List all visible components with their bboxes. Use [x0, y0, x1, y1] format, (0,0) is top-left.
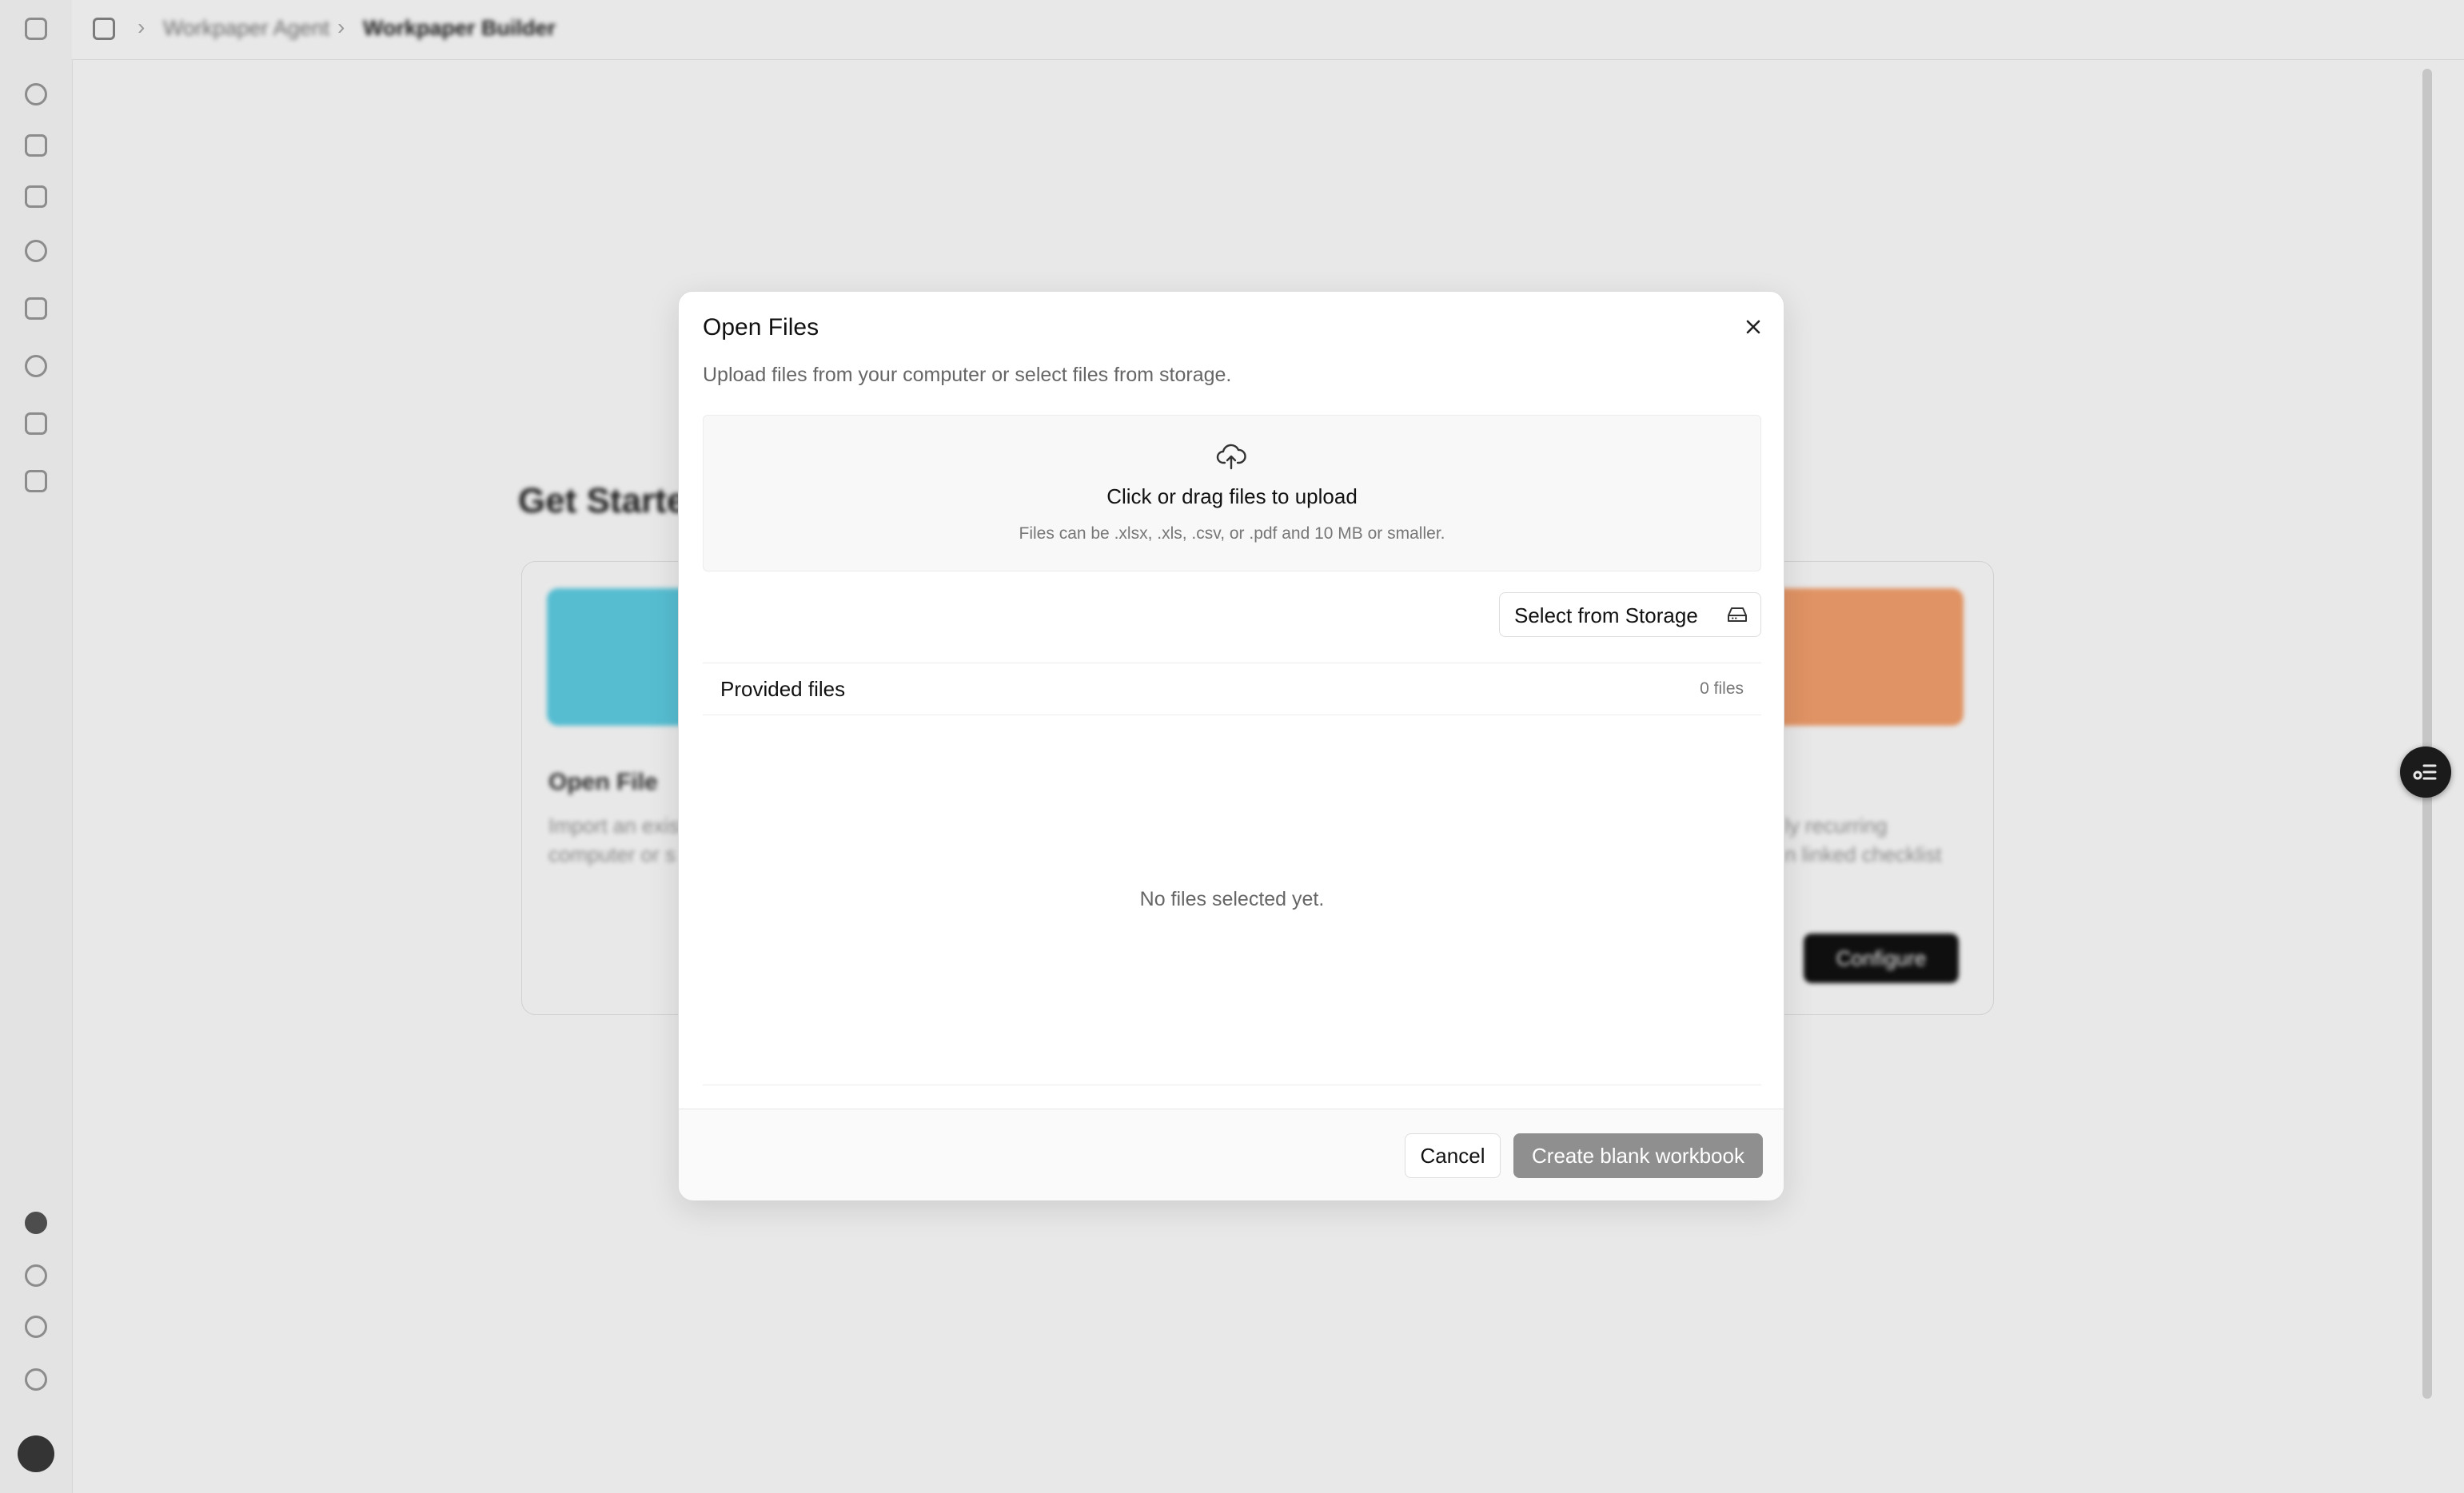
provided-files-label: Provided files [720, 677, 846, 701]
dialog-footer: Cancel Create blank workbook [679, 1109, 1784, 1200]
hard-drive-icon [1728, 607, 1747, 622]
dropzone-title: Click or drag files to upload [1106, 484, 1358, 508]
dialog-description: Upload files from your computer or selec… [703, 364, 1232, 386]
select-from-storage-label: Select from Storage [1514, 603, 1698, 627]
create-blank-workbook-button[interactable]: Create blank workbook [1513, 1133, 1763, 1178]
empty-files-message: No files selected yet. [1139, 888, 1325, 910]
open-files-dialog: Open Files Upload files from your comput… [678, 291, 1784, 1200]
file-dropzone[interactable]: Click or drag files to upload Files can … [703, 415, 1761, 571]
provided-files-header: Provided files 0 files [703, 663, 1761, 715]
cloud-upload-icon [1216, 444, 1246, 470]
dropzone-hint: Files can be .xlsx, .xls, .csv, or .pdf … [1019, 524, 1445, 543]
dialog-title: Open Files [703, 314, 819, 340]
close-icon [1746, 320, 1760, 334]
select-from-storage-button[interactable]: Select from Storage [1499, 592, 1761, 637]
files-count: 0 files [1700, 679, 1744, 698]
close-button[interactable] [1739, 313, 1768, 341]
cancel-button[interactable]: Cancel [1405, 1133, 1501, 1178]
